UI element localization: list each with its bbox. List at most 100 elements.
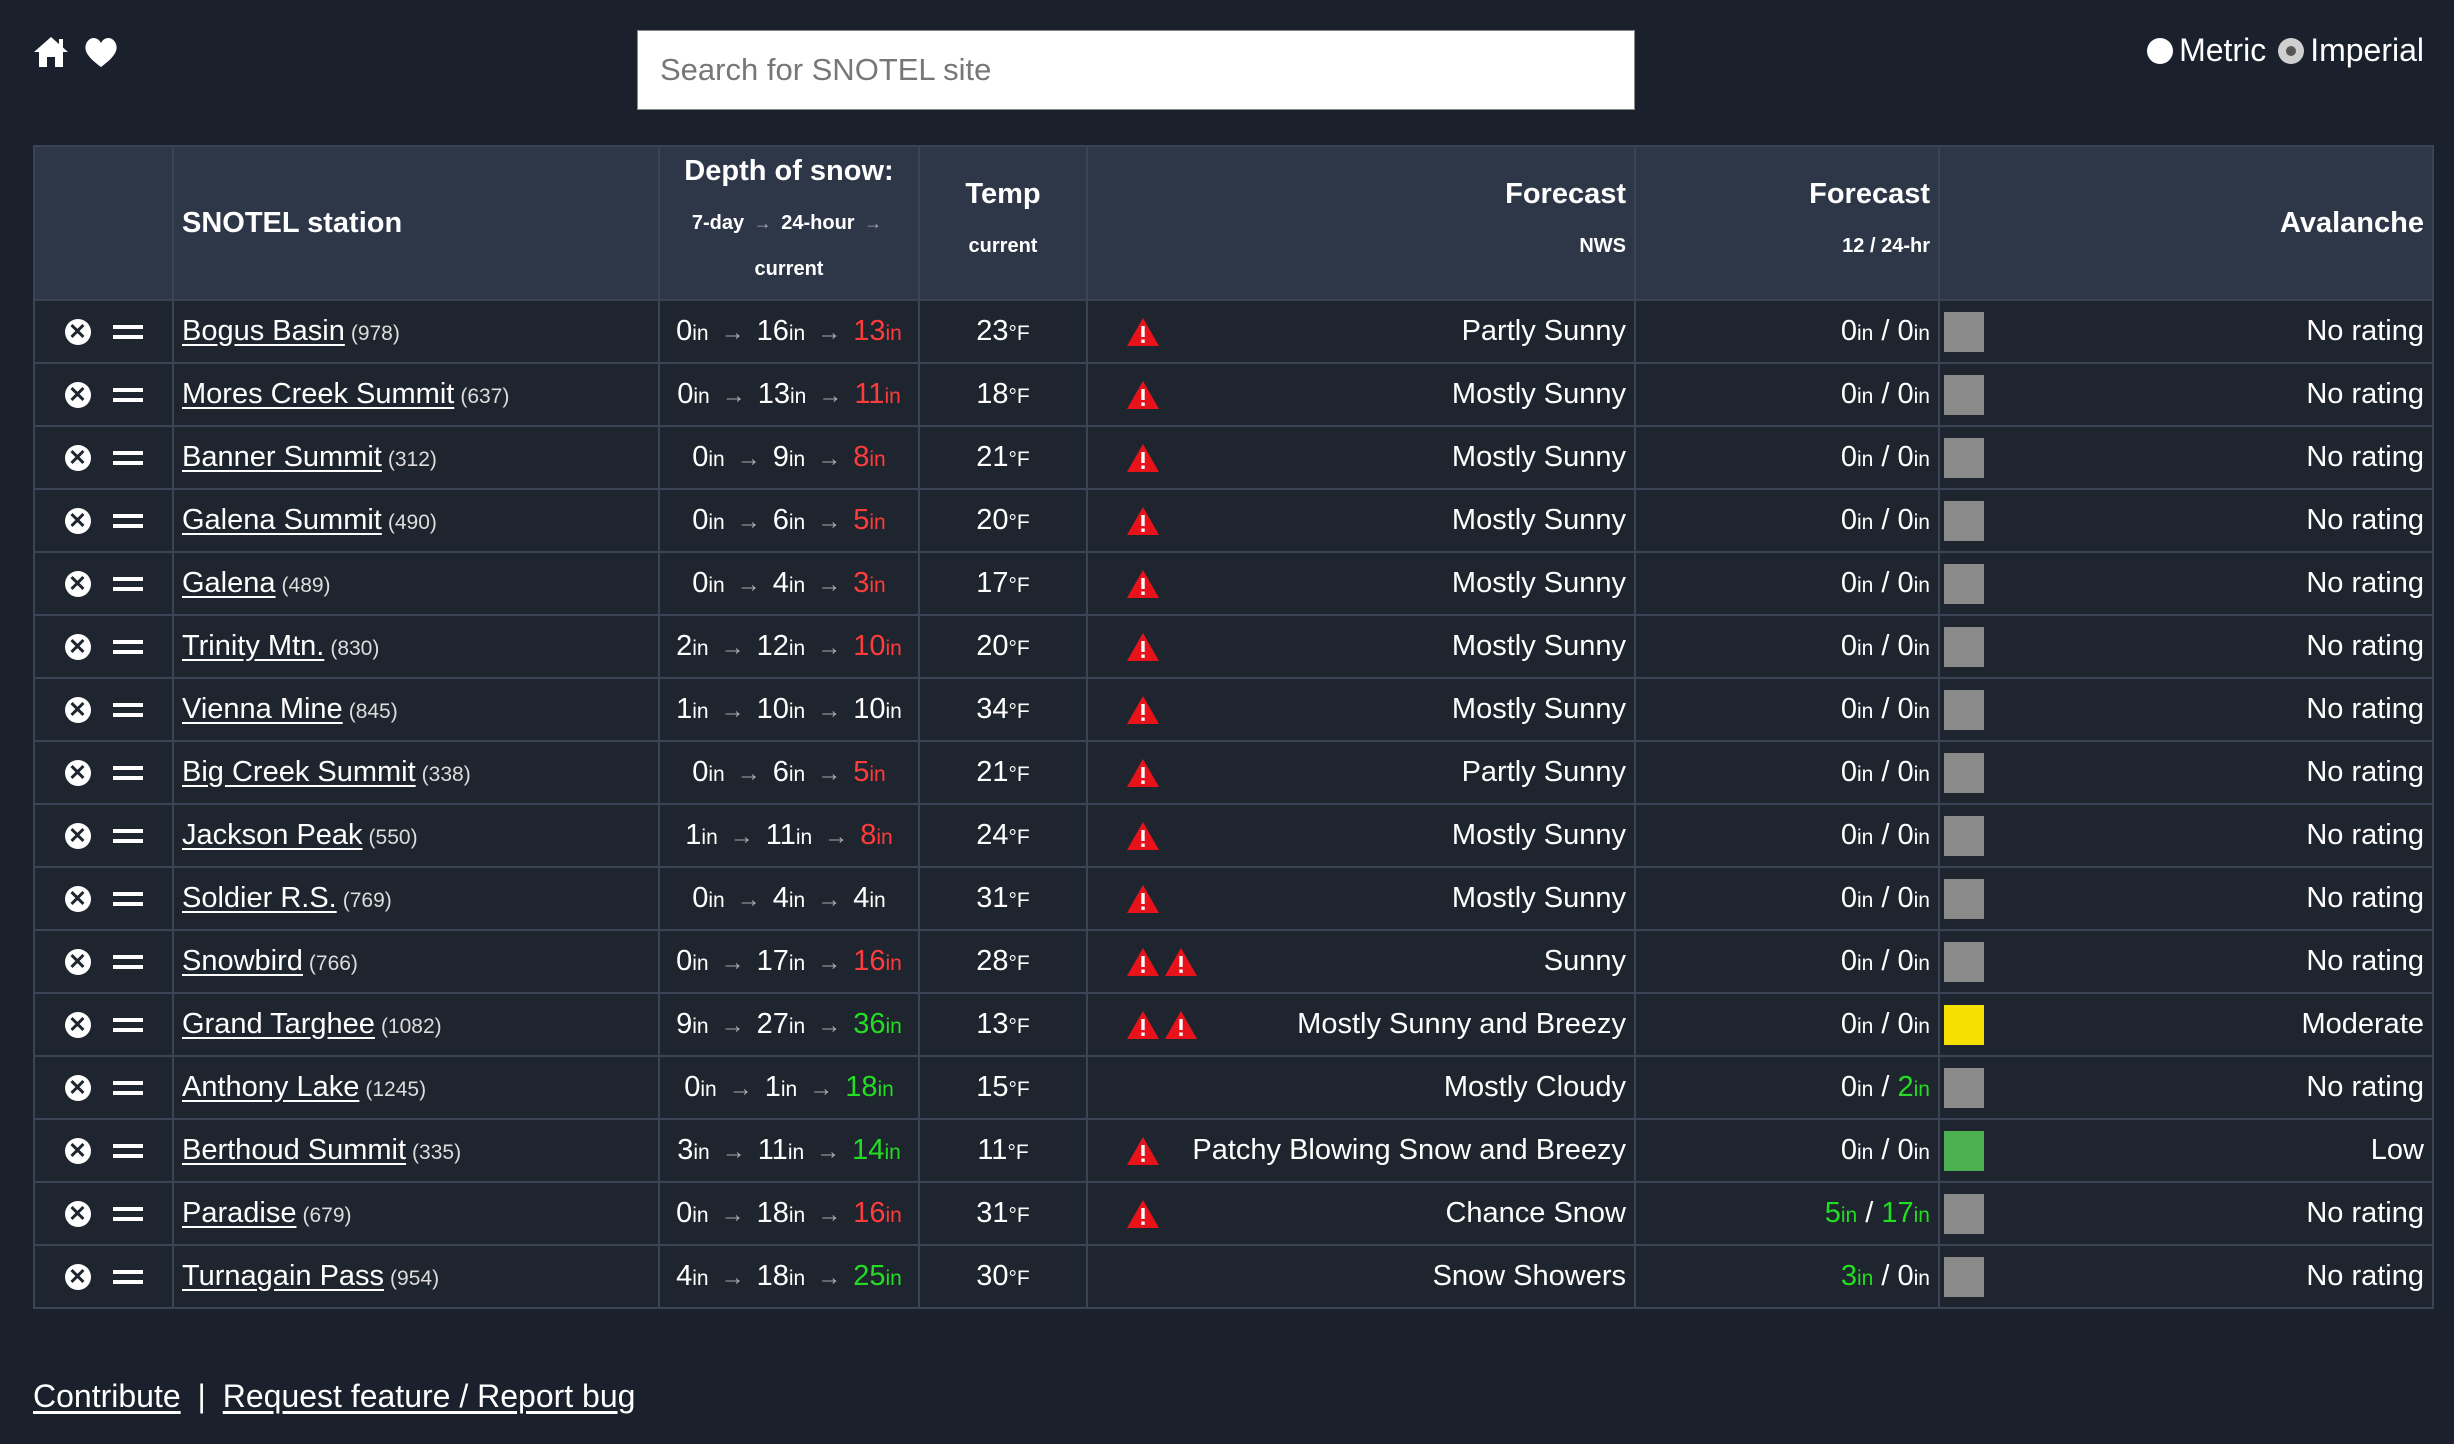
remove-icon[interactable]: ✕ <box>64 949 91 976</box>
header-depth[interactable]: Depth of snow: 7-day → 24-hour → current <box>658 145 920 301</box>
station-link[interactable]: Turnagain Pass <box>182 1260 384 1292</box>
warning-icon[interactable] <box>1126 1199 1160 1229</box>
station-link[interactable]: Jackson Peak <box>182 819 363 851</box>
metric-radio[interactable] <box>2147 37 2174 64</box>
station-link[interactable]: Snowbird <box>182 945 303 977</box>
drag-handle-icon[interactable] <box>112 1270 143 1285</box>
drag-handle-icon[interactable] <box>112 1207 143 1222</box>
heart-icon[interactable] <box>82 34 120 70</box>
imperial-radio[interactable] <box>2278 37 2305 64</box>
station-link[interactable]: Bogus Basin <box>182 315 345 347</box>
home-icon[interactable] <box>32 34 70 70</box>
avalanche-rating[interactable]: No rating <box>2306 756 2424 789</box>
remove-icon[interactable]: ✕ <box>64 1201 91 1228</box>
station-link[interactable]: Vienna Mine <box>182 693 343 725</box>
avalanche-rating[interactable]: No rating <box>2306 567 2424 600</box>
station-link[interactable]: Anthony Lake <box>182 1071 359 1103</box>
drag-handle-icon[interactable] <box>112 766 143 781</box>
remove-icon[interactable]: ✕ <box>64 823 91 850</box>
temp-cell: 20°F <box>918 614 1088 679</box>
remove-icon[interactable]: ✕ <box>64 508 91 535</box>
warning-icon[interactable] <box>1126 1136 1160 1166</box>
station-link[interactable]: Grand Targhee <box>182 1008 375 1040</box>
drag-handle-icon[interactable] <box>112 955 143 970</box>
header-temp[interactable]: Temp current <box>918 145 1088 301</box>
drag-handle-icon[interactable] <box>112 1081 143 1096</box>
drag-handle-icon[interactable] <box>112 892 143 907</box>
avalanche-rating[interactable]: No rating <box>2306 882 2424 915</box>
station-link[interactable]: Galena Summit <box>182 504 382 536</box>
remove-icon[interactable]: ✕ <box>64 1138 91 1165</box>
avalanche-rating[interactable]: No rating <box>2306 945 2424 978</box>
remove-icon[interactable]: ✕ <box>64 697 91 724</box>
avalanche-rating[interactable]: Low <box>2371 1134 2424 1167</box>
drag-handle-icon[interactable] <box>112 829 143 844</box>
report-bug-link[interactable]: Request feature / Report bug <box>223 1378 636 1414</box>
avalanche-rating[interactable]: No rating <box>2306 1260 2424 1293</box>
warning-icon[interactable] <box>1126 443 1160 473</box>
avalanche-rating[interactable]: No rating <box>2306 1197 2424 1230</box>
warning-icon[interactable] <box>1126 884 1160 914</box>
station-link[interactable]: Trinity Mtn. <box>182 630 324 662</box>
warning-icon[interactable] <box>1126 632 1160 662</box>
forecast-24hr: 0 <box>1897 882 1914 914</box>
warning-icon[interactable] <box>1126 380 1160 410</box>
station-link[interactable]: Soldier R.S. <box>182 882 337 914</box>
warning-icon[interactable] <box>1126 821 1160 851</box>
header-station[interactable]: SNOTEL station <box>172 145 660 301</box>
station-link[interactable]: Mores Creek Summit <box>182 378 454 410</box>
remove-icon[interactable]: ✕ <box>64 634 91 661</box>
avalanche-rating[interactable]: No rating <box>2306 378 2424 411</box>
drag-handle-icon[interactable] <box>112 640 143 655</box>
warning-icon[interactable] <box>1164 1010 1198 1040</box>
remove-icon[interactable]: ✕ <box>64 1075 91 1102</box>
remove-icon[interactable]: ✕ <box>64 760 91 787</box>
drag-handle-icon[interactable] <box>112 451 143 466</box>
header-avalanche[interactable]: Avalanche <box>1938 145 2434 301</box>
remove-icon[interactable]: ✕ <box>64 571 91 598</box>
station-link[interactable]: Banner Summit <box>182 441 382 473</box>
avalanche-cell: No rating <box>1938 929 2434 994</box>
avalanche-rating[interactable]: No rating <box>2306 315 2424 348</box>
drag-handle-icon[interactable] <box>112 1144 143 1159</box>
station-link[interactable]: Paradise <box>182 1197 296 1229</box>
avalanche-rating[interactable]: No rating <box>2306 504 2424 537</box>
avalanche-rating[interactable]: No rating <box>2306 630 2424 663</box>
drag-handle-icon[interactable] <box>112 514 143 529</box>
avalanche-rating[interactable]: No rating <box>2306 1071 2424 1104</box>
avalanche-rating[interactable]: No rating <box>2306 693 2424 726</box>
drag-handle-icon[interactable] <box>112 388 143 403</box>
warning-icon[interactable] <box>1164 947 1198 977</box>
warning-icon[interactable] <box>1126 317 1160 347</box>
warning-icon[interactable] <box>1126 947 1160 977</box>
warning-icon[interactable] <box>1126 1010 1160 1040</box>
metric-label[interactable]: Metric <box>2179 32 2266 69</box>
warning-icon[interactable] <box>1126 695 1160 725</box>
avalanche-rating[interactable]: Moderate <box>2301 1008 2424 1041</box>
drag-handle-icon[interactable] <box>112 1018 143 1033</box>
station-id: (489) <box>281 574 331 597</box>
remove-icon[interactable]: ✕ <box>64 1012 91 1039</box>
table-row: ✕ Soldier R.S. (769) 0in → 4in → 4in 31°F Mostly … <box>33 866 2434 931</box>
imperial-label[interactable]: Imperial <box>2310 32 2424 69</box>
contribute-link[interactable]: Contribute <box>33 1378 181 1414</box>
drag-handle-icon[interactable] <box>112 703 143 718</box>
search-input[interactable] <box>637 30 1635 110</box>
avalanche-rating[interactable]: No rating <box>2306 819 2424 852</box>
warning-icon[interactable] <box>1126 569 1160 599</box>
drag-handle-icon[interactable] <box>112 577 143 592</box>
station-link[interactable]: Galena <box>182 567 276 599</box>
remove-icon[interactable]: ✕ <box>64 319 91 346</box>
remove-icon[interactable]: ✕ <box>64 445 91 472</box>
warning-icon[interactable] <box>1126 758 1160 788</box>
remove-icon[interactable]: ✕ <box>64 1264 91 1291</box>
header-forecast-12-24[interactable]: Forecast 12 / 24-hr <box>1634 145 1940 301</box>
station-link[interactable]: Big Creek Summit <box>182 756 416 788</box>
drag-handle-icon[interactable] <box>112 325 143 340</box>
warning-icon[interactable] <box>1126 506 1160 536</box>
remove-icon[interactable]: ✕ <box>64 382 91 409</box>
station-link[interactable]: Berthoud Summit <box>182 1134 406 1166</box>
avalanche-rating[interactable]: No rating <box>2306 441 2424 474</box>
remove-icon[interactable]: ✕ <box>64 886 91 913</box>
header-forecast-nws[interactable]: Forecast NWS <box>1086 145 1636 301</box>
